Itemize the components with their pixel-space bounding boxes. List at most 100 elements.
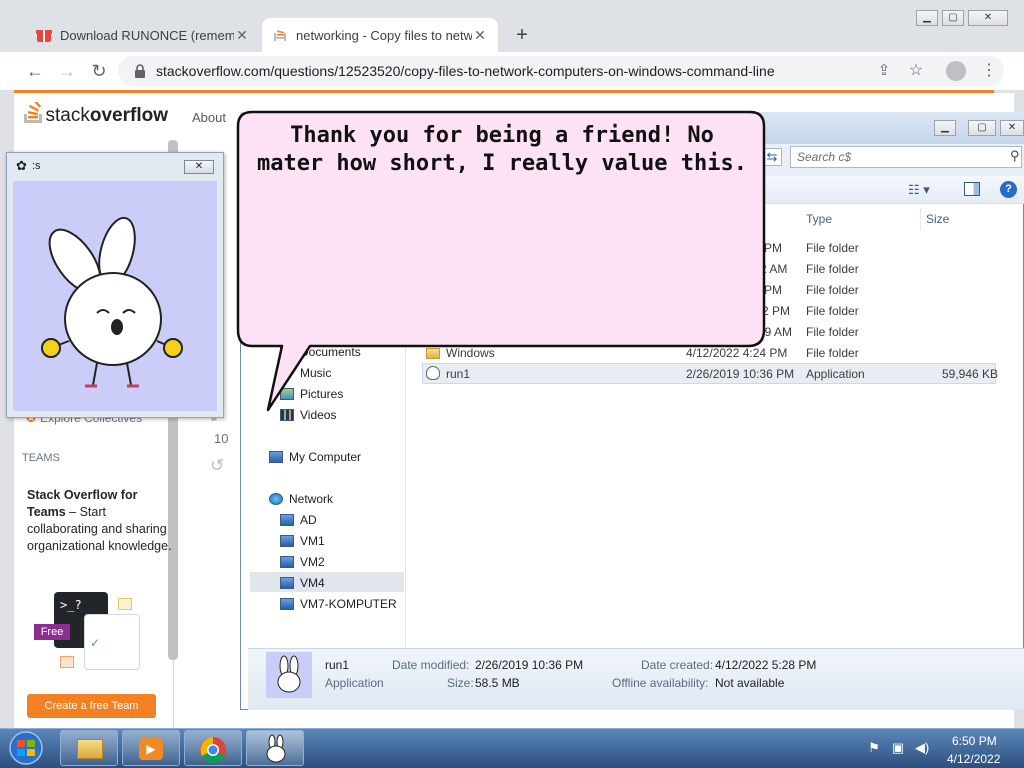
lock-icon bbox=[135, 64, 145, 78]
details-date-modified: 2/26/2019 10:36 PM bbox=[475, 658, 584, 672]
volume-icon[interactable]: ◀) bbox=[914, 740, 930, 756]
clock-time[interactable]: 6:50 PM bbox=[952, 734, 997, 748]
check-illustration-icon: ✓ bbox=[90, 636, 101, 650]
tab-download-runonce[interactable]: Download RUNONCE (remembe ✕ bbox=[26, 18, 260, 52]
taskbar-chrome-button[interactable] bbox=[184, 730, 242, 766]
details-file-kind: Application bbox=[325, 676, 384, 690]
share-icon[interactable]: ⇪ bbox=[873, 60, 895, 82]
close-window-button[interactable]: ✕ bbox=[968, 10, 1008, 26]
vote-count: 10 bbox=[214, 431, 229, 446]
column-divider bbox=[920, 208, 921, 230]
chat-illustration-icon bbox=[60, 656, 74, 668]
computer-icon bbox=[280, 577, 294, 589]
nav-item-vm1[interactable]: VM1 bbox=[280, 534, 325, 548]
row-type: File folder bbox=[806, 346, 859, 360]
computer-icon bbox=[280, 514, 294, 526]
details-date-created: 4/12/2022 5:28 PM bbox=[715, 658, 817, 672]
row-type: File folder bbox=[806, 283, 859, 297]
bunny-taskbar-icon bbox=[266, 734, 286, 763]
pet-window-icon: ✿ bbox=[16, 158, 27, 173]
details-date-modified-label: Date modified: bbox=[392, 658, 470, 672]
nav-item-vm2[interactable]: VM2 bbox=[280, 555, 325, 569]
explorer-search-input[interactable]: Search c$ bbox=[790, 146, 1022, 168]
details-size: 58.5 MB bbox=[475, 676, 520, 690]
row-type: File folder bbox=[806, 304, 859, 318]
nav-label: VM4 bbox=[300, 576, 325, 590]
column-header-size[interactable]: Size bbox=[926, 212, 949, 226]
column-header-type[interactable]: Type bbox=[806, 212, 832, 226]
explorer-minimize-button[interactable]: ▁ bbox=[934, 120, 956, 136]
free-badge: Free bbox=[34, 624, 70, 640]
details-size-label: Size: bbox=[447, 676, 474, 690]
computer-icon bbox=[280, 535, 294, 547]
speech-illustration-icon bbox=[118, 598, 132, 610]
explorer-close-button[interactable]: ✕ bbox=[1000, 120, 1024, 136]
bunny-thumbnail-icon bbox=[266, 652, 312, 698]
menu-kebab-icon[interactable]: ⋮ bbox=[978, 60, 1000, 82]
tab-networking[interactable]: networking - Copy files to netwo ✕ bbox=[262, 18, 498, 52]
nav-label: Network bbox=[289, 492, 334, 506]
chrome-icon bbox=[200, 737, 226, 763]
taskbar-pet-button[interactable] bbox=[246, 730, 304, 766]
help-icon[interactable]: ? bbox=[1000, 181, 1017, 198]
details-offline-label: Offline availability: bbox=[612, 676, 709, 690]
nav-label: My Computer bbox=[289, 450, 362, 464]
details-date-created-label: Date created: bbox=[641, 658, 714, 672]
reload-icon[interactable]: ↻ bbox=[88, 60, 110, 82]
stackoverflow-favicon-icon bbox=[274, 30, 286, 41]
pet-close-button[interactable]: ✕ bbox=[184, 160, 214, 174]
row-type: File folder bbox=[806, 325, 859, 339]
nav-label: VM2 bbox=[300, 555, 325, 569]
taskbar-media-player-button[interactable]: ▶ bbox=[122, 730, 180, 766]
bookmark-star-icon[interactable]: ☆ bbox=[905, 60, 927, 82]
nav-label: VM7-KOMPUTER bbox=[300, 597, 397, 611]
tab-close-icon[interactable]: ✕ bbox=[472, 27, 488, 44]
details-file-name: run1 bbox=[325, 658, 350, 672]
new-tab-button[interactable]: + bbox=[510, 24, 534, 48]
row-size: 59,946 KB bbox=[942, 367, 999, 381]
maximize-button[interactable]: ▢ bbox=[942, 10, 964, 26]
computer-icon bbox=[280, 556, 294, 568]
search-icon[interactable]: ⚲ bbox=[1010, 148, 1020, 164]
forward-arrow-icon[interactable]: → bbox=[56, 60, 78, 82]
start-orb-icon[interactable] bbox=[4, 729, 48, 767]
stackoverflow-logo[interactable]: stack overflow bbox=[22, 100, 168, 132]
history-icon[interactable]: ↺ bbox=[210, 456, 224, 476]
back-arrow-icon[interactable]: ← bbox=[24, 60, 46, 82]
teams-section-label: TEAMS bbox=[22, 452, 60, 464]
clock-date[interactable]: 4/12/2022 bbox=[947, 752, 1000, 766]
network-tray-icon[interactable]: ▣ bbox=[890, 740, 906, 756]
bunny-pet-icon[interactable] bbox=[13, 181, 217, 411]
nav-selection-highlight bbox=[250, 572, 404, 592]
profile-avatar-icon[interactable] bbox=[946, 61, 966, 81]
stackoverflow-logo-icon bbox=[24, 102, 42, 123]
nav-item-ad[interactable]: AD bbox=[280, 513, 317, 527]
tab-title: networking - Copy files to netwo bbox=[296, 27, 472, 43]
details-offline: Not available bbox=[715, 676, 785, 690]
row-type: Application bbox=[806, 367, 865, 381]
create-team-button[interactable]: Create a free Team bbox=[27, 694, 156, 718]
nav-item-network[interactable]: Network bbox=[269, 492, 333, 506]
tab-close-icon[interactable]: ✕ bbox=[234, 27, 250, 44]
gift-icon bbox=[36, 30, 52, 42]
address-url[interactable]: stackoverflow.com/questions/12523520/cop… bbox=[156, 63, 775, 79]
nav-label: AD bbox=[300, 513, 317, 527]
row-type: File folder bbox=[806, 241, 859, 255]
tab-title: Download RUNONCE (remembe bbox=[60, 27, 234, 43]
teams-promo-text: Stack Overflow for Teams – Start collabo… bbox=[27, 487, 177, 555]
nav-item-vm7-komputer[interactable]: VM7-KOMPUTER bbox=[280, 597, 397, 611]
action-center-flag-icon[interactable]: ⚑ bbox=[866, 740, 882, 756]
logo-text-stack: stack bbox=[45, 105, 90, 126]
computer-icon bbox=[280, 598, 294, 610]
nav-about-link[interactable]: About bbox=[192, 110, 226, 125]
minimize-button[interactable]: ▁ bbox=[916, 10, 938, 26]
computer-icon bbox=[269, 451, 283, 463]
view-options-icon[interactable]: ☷ ▾ bbox=[908, 182, 930, 198]
logo-text-overflow: overflow bbox=[89, 105, 168, 126]
explorer-maximize-button[interactable]: ▢ bbox=[968, 120, 996, 136]
preview-pane-icon[interactable] bbox=[964, 182, 980, 196]
nav-item-vm4[interactable]: VM4 bbox=[280, 576, 325, 590]
nav-item-my-computer[interactable]: My Computer bbox=[269, 450, 361, 464]
taskbar-explorer-button[interactable] bbox=[60, 730, 118, 766]
folder-icon bbox=[77, 739, 103, 759]
